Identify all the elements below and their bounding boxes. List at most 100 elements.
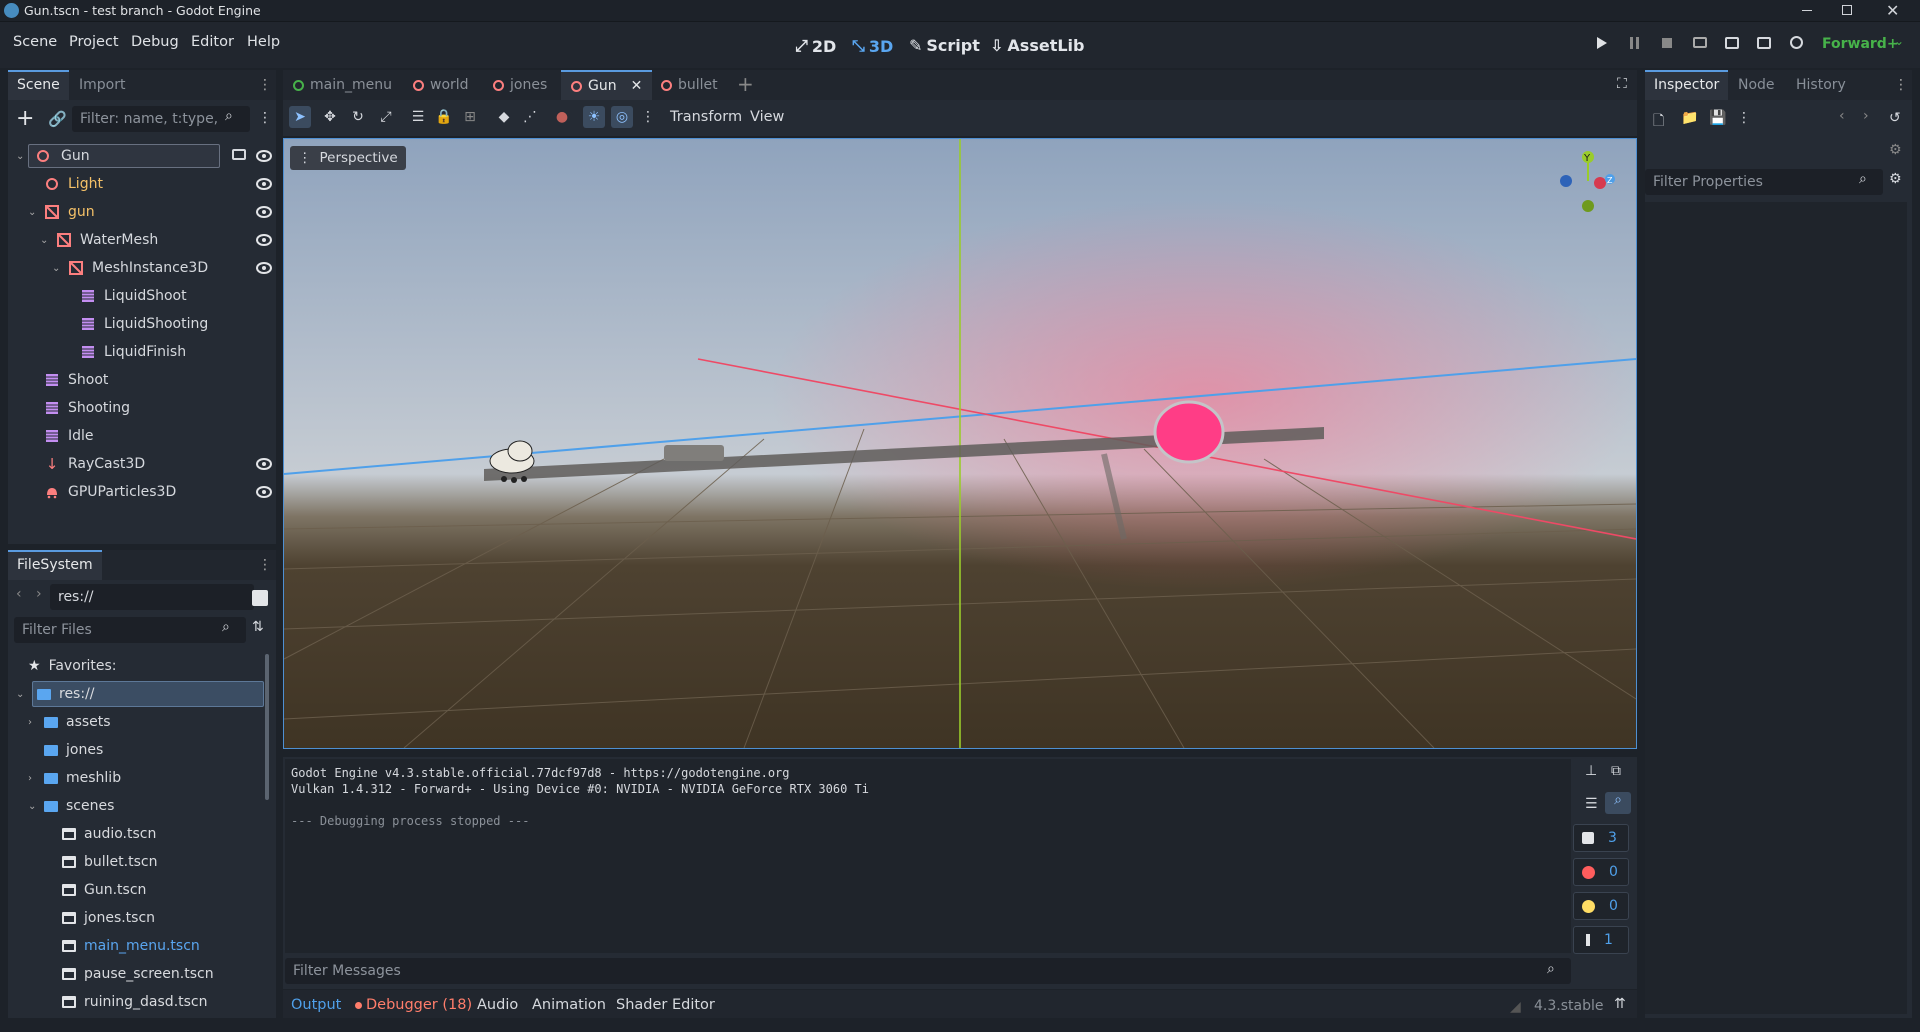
favorites-row[interactable]: ★ Favorites: (28, 652, 117, 680)
menu-debug[interactable]: Debug (131, 34, 179, 50)
more-options-icon[interactable]: ⋮ (637, 106, 659, 128)
move-mode-icon[interactable]: ✥ (319, 106, 341, 128)
tree-node-liquidfinish[interactable]: LiquidFinish (16, 338, 276, 366)
filesystem-scrollbar[interactable] (265, 654, 269, 800)
renderer-select[interactable]: Forward+ (1822, 36, 1899, 52)
file-ruining-dasd-tscn[interactable]: ruining_dasd.tscn (62, 988, 208, 1012)
back-arrow-icon[interactable]: ‹ (16, 586, 22, 602)
menu-help[interactable]: Help (247, 34, 280, 50)
select-mode-icon[interactable]: ➤ (289, 106, 311, 128)
instance-icon[interactable] (232, 149, 246, 160)
toggle-split-icon[interactable] (252, 590, 268, 606)
filter-errors-toggle[interactable]: 0 (1573, 858, 1629, 886)
close-window-button[interactable]: ✕ (1886, 1, 1899, 20)
path-field[interactable]: res:// (50, 584, 254, 610)
filter-properties-input[interactable]: Filter Properties (1645, 169, 1883, 195)
transform-menu[interactable]: Transform (670, 109, 742, 125)
scene-filter-input[interactable]: Filter: name, t:type, (72, 106, 250, 132)
tab-output[interactable]: Output (291, 997, 341, 1013)
filter-messages-input[interactable]: Filter Messages (285, 958, 1571, 984)
tree-node-meshinstance3d[interactable]: ⌄ MeshInstance3D (16, 254, 276, 282)
tree-node-raycast3d[interactable]: ↓ RayCast3D (16, 450, 276, 478)
history-forward-icon[interactable]: › (1863, 108, 1869, 124)
play-custom-scene-icon[interactable] (1757, 37, 1771, 49)
tab-shader-editor[interactable]: Shader Editor (616, 997, 715, 1013)
movie-maker-icon[interactable] (1790, 36, 1803, 49)
object-history-icon[interactable]: ↺ (1889, 110, 1901, 126)
visibility-eye-icon[interactable] (256, 260, 276, 276)
main-screen-3d[interactable]: ⤡ 3D (852, 36, 893, 56)
visibility-eye-icon[interactable] (256, 232, 276, 248)
toggle-search-icon[interactable]: ⌕ (1605, 792, 1631, 814)
distraction-free-icon[interactable]: ⛶ (1617, 76, 1627, 92)
environment-preview-icon[interactable]: ◎ (611, 106, 633, 128)
pause-icon[interactable] (1630, 37, 1639, 49)
tree-node-liquidshoot[interactable]: LiquidShoot (16, 282, 276, 310)
tree-node-shooting[interactable]: Shooting (16, 394, 276, 422)
menu-editor[interactable]: Editor (191, 34, 234, 50)
main-screen-script[interactable]: ✎ Script (909, 36, 980, 55)
file-main-menu-tscn[interactable]: main_menu.tscn (62, 932, 200, 960)
visibility-eye-icon[interactable] (256, 204, 276, 220)
tab-scene[interactable]: Scene (8, 70, 69, 100)
tree-node-light[interactable]: Light (16, 170, 276, 198)
tree-node-idle[interactable]: Idle (16, 422, 276, 450)
tab-node[interactable]: Node (1729, 70, 1784, 100)
scene-tab-gun[interactable]: Gun ✕ (561, 70, 653, 100)
scene-tab-jones[interactable]: jones (485, 70, 555, 100)
tree-node-liquidshooting[interactable]: LiquidShooting (16, 310, 276, 338)
filter-messages-toggle[interactable]: 3 (1573, 824, 1629, 852)
tab-animation[interactable]: Animation (532, 997, 606, 1013)
visibility-eye-icon[interactable] (256, 456, 276, 472)
sort-icon[interactable]: ⇅ (252, 619, 264, 635)
copy-output-icon[interactable]: ⧉ (1611, 763, 1621, 779)
folder-assets[interactable]: › assets (28, 708, 111, 736)
tree-node-gun-root[interactable]: ⌄ Gun (16, 142, 276, 170)
sun-preview-icon[interactable]: ☀ (583, 106, 605, 128)
menu-scene[interactable]: Scene (13, 34, 57, 50)
dock-menu-icon[interactable]: ⋮ (258, 557, 272, 573)
property-options-icon[interactable]: ⚙ (1889, 171, 1902, 187)
list-select-icon[interactable]: ☰ (407, 106, 429, 128)
view-menu[interactable]: View (750, 109, 784, 125)
history-back-icon[interactable]: ‹ (1839, 108, 1845, 124)
remote-debug-icon[interactable] (1693, 37, 1707, 48)
main-screen-2d[interactable]: ⤢ 2D (795, 36, 836, 56)
tab-history[interactable]: History (1787, 70, 1855, 100)
tree-node-gpuparticles3d[interactable]: GPUParticles3D (16, 478, 276, 506)
stop-icon[interactable] (1662, 38, 1672, 48)
object-tool-icon[interactable]: ⚙ (1889, 142, 1902, 158)
file-bullet-tscn[interactable]: bullet.tscn (62, 848, 157, 876)
folder-jones[interactable]: jones (44, 736, 103, 764)
open-folder-icon[interactable]: 📁 (1681, 110, 1698, 126)
file-pause-screen-tscn[interactable]: pause_screen.tscn (62, 960, 214, 988)
save-icon[interactable]: 💾 (1709, 110, 1726, 126)
collapse-duplicates-icon[interactable]: ☰ (1585, 796, 1598, 812)
group-icon[interactable]: ⊞ (459, 106, 481, 128)
file-gun-tscn[interactable]: Gun.tscn (62, 876, 146, 904)
link-icon[interactable]: 🔗 (48, 110, 67, 128)
folder-scenes[interactable]: ⌄ scenes (28, 792, 114, 820)
dock-menu-icon[interactable]: ⋮ (1894, 77, 1908, 93)
scene-tab-world[interactable]: world (405, 70, 477, 100)
new-resource-icon[interactable]: 🗋 (1653, 110, 1664, 134)
filter-info-toggle[interactable]: 1 (1573, 926, 1629, 954)
rotate-mode-icon[interactable]: ↻ (347, 106, 369, 128)
expand-bottom-panel-icon[interactable]: ⇈ (1614, 996, 1626, 1012)
scene-tab-main-menu[interactable]: main_menu (283, 70, 402, 100)
play-icon[interactable] (1597, 37, 1607, 49)
folder-res-root[interactable]: ⌄ res:// (14, 680, 268, 708)
local-space-icon[interactable]: ◆ (493, 106, 515, 128)
tree-node-watermesh[interactable]: ⌄ WaterMesh (16, 226, 276, 254)
forward-arrow-icon[interactable]: › (36, 586, 42, 602)
visibility-eye-icon[interactable] (256, 176, 276, 192)
more-options-icon[interactable]: ⋮ (1737, 110, 1751, 126)
file-audio-tscn[interactable]: audio.tscn (62, 820, 156, 848)
tab-import[interactable]: Import (70, 70, 134, 100)
add-scene-tab-icon[interactable]: + (737, 72, 754, 96)
tab-inspector[interactable]: Inspector (1645, 70, 1729, 100)
scene-options-icon[interactable]: ⋮ (258, 110, 272, 126)
preview-camera-icon[interactable]: ● (551, 106, 573, 128)
3d-viewport[interactable]: Y Z ⋮ Perspective (283, 138, 1637, 749)
tree-node-gun-mesh[interactable]: ⌄ gun (16, 198, 276, 226)
